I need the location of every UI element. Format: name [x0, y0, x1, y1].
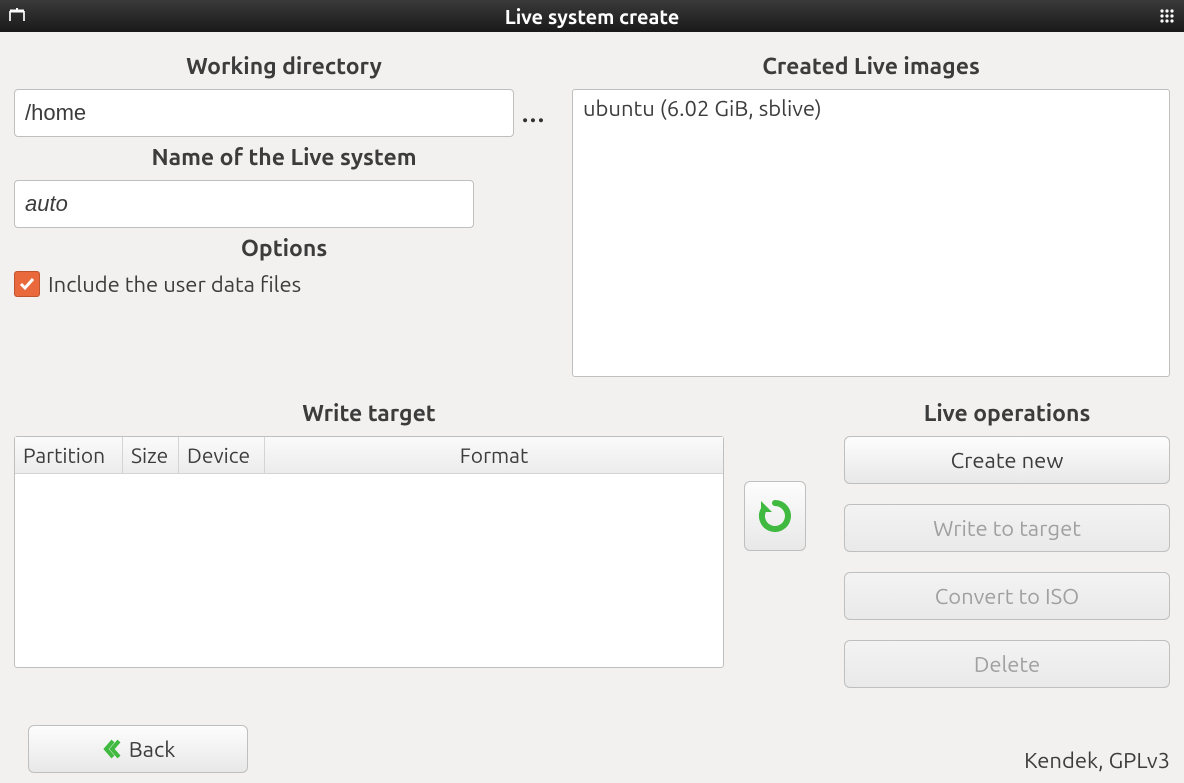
window-title: Live system create [26, 5, 1158, 28]
write-target-table[interactable]: Partition Size Device Format [14, 436, 724, 668]
back-button-label: Back [129, 737, 176, 762]
working-directory-label: Working directory [14, 54, 554, 79]
live-operations-column: Live operations Create new Write to targ… [844, 401, 1170, 688]
live-operations-label: Live operations [844, 401, 1170, 426]
apps-grid-icon[interactable] [1158, 7, 1176, 25]
write-target-column: Write target Partition Size Device Forma… [14, 401, 724, 668]
live-system-name-label: Name of the Live system [14, 145, 554, 170]
col-size[interactable]: Size [123, 437, 179, 473]
options-label: Options [14, 236, 554, 261]
live-system-name-input[interactable] [14, 180, 474, 228]
titlebar: Live system create [0, 0, 1184, 32]
working-directory-input[interactable] [14, 89, 514, 137]
refresh-icon [756, 497, 794, 535]
refresh-column [744, 401, 824, 551]
col-device[interactable]: Device [179, 437, 265, 473]
list-item[interactable]: ubuntu (6.02 GiB, sblive) [583, 96, 1159, 121]
back-button[interactable]: Back [28, 725, 248, 773]
window-menu-icon[interactable] [8, 7, 26, 25]
col-partition[interactable]: Partition [15, 437, 123, 473]
left-column: Working directory ... Name of the Live s… [14, 46, 554, 377]
refresh-button[interactable] [744, 481, 806, 551]
write-to-target-button[interactable]: Write to target [844, 504, 1170, 552]
right-column: Created Live images ubuntu (6.02 GiB, sb… [572, 46, 1170, 377]
credits-label: Kendek, GPLv3 [1024, 748, 1170, 773]
created-live-images-label: Created Live images [572, 54, 1170, 79]
include-user-data-checkbox[interactable] [14, 271, 40, 297]
delete-button[interactable]: Delete [844, 640, 1170, 688]
table-header: Partition Size Device Format [15, 437, 723, 474]
create-new-button[interactable]: Create new [844, 436, 1170, 484]
write-target-label: Write target [14, 401, 724, 426]
include-user-data-label: Include the user data files [48, 272, 301, 297]
col-format[interactable]: Format [265, 437, 723, 473]
convert-to-iso-button[interactable]: Convert to ISO [844, 572, 1170, 620]
back-chevron-icon [101, 738, 123, 760]
browse-directory-button[interactable]: ... [514, 89, 554, 137]
created-images-list[interactable]: ubuntu (6.02 GiB, sblive) [572, 89, 1170, 377]
